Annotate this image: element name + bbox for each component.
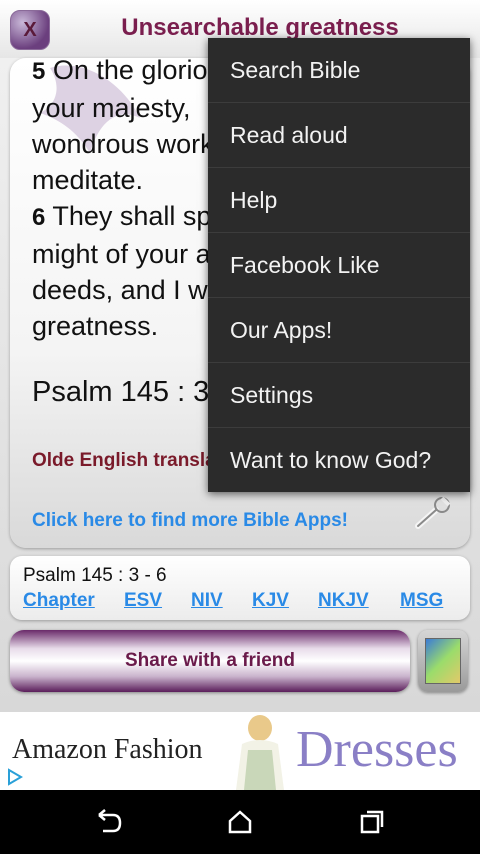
niv-link[interactable]: NIV [191,590,223,612]
recents-button[interactable] [352,806,392,838]
home-icon [228,810,252,834]
close-button[interactable]: X [10,10,50,50]
menu-item-our-apps[interactable]: Our Apps! [208,298,470,363]
menu-item-read-aloud[interactable]: Read aloud [208,103,470,168]
msg-link[interactable]: MSG [400,590,443,612]
wrench-icon[interactable] [414,496,454,530]
chapter-link[interactable]: Chapter [23,590,95,612]
ad-choices-icon[interactable] [6,768,24,786]
back-icon [98,809,122,833]
image-button[interactable] [418,630,468,692]
ad-banner[interactable]: Amazon Fashion Dresses [0,712,480,790]
ad-model-image [236,715,284,790]
kjv-link[interactable]: KJV [252,590,289,612]
back-button[interactable] [88,806,128,838]
verse-number: 5 [32,58,46,85]
menu-item-settings[interactable]: Settings [208,363,470,428]
system-nav-bar [0,790,480,854]
menu-item-want-to-know-god[interactable]: Want to know God? [208,428,470,493]
home-button[interactable] [220,806,260,838]
nkjv-link[interactable]: NKJV [318,590,369,612]
menu-item-facebook-like[interactable]: Facebook Like [208,233,470,298]
menu-item-search-bible[interactable]: Search Bible [208,38,470,103]
share-button[interactable]: Share with a friend [10,630,410,692]
dove-image-icon [425,638,461,684]
reference-bar: Psalm 145 : 3 - 6 Chapter ESV NIV KJV NK… [10,556,470,620]
verse-number: 6 [32,204,46,231]
overflow-menu: Search Bible Read aloud Help Facebook Li… [208,38,470,492]
menu-item-help[interactable]: Help [208,168,470,233]
reference-label: Psalm 145 : 3 - 6 [23,565,167,586]
ad-headline: Dresses [296,721,458,778]
version-links: Chapter ESV NIV KJV NKJV MSG [23,590,463,614]
esv-link[interactable]: ESV [124,590,162,612]
ad-brand-text: Amazon Fashion [12,734,203,765]
recents-icon [360,810,384,834]
more-bible-apps-link[interactable]: Click here to find more Bible Apps! [32,510,348,532]
